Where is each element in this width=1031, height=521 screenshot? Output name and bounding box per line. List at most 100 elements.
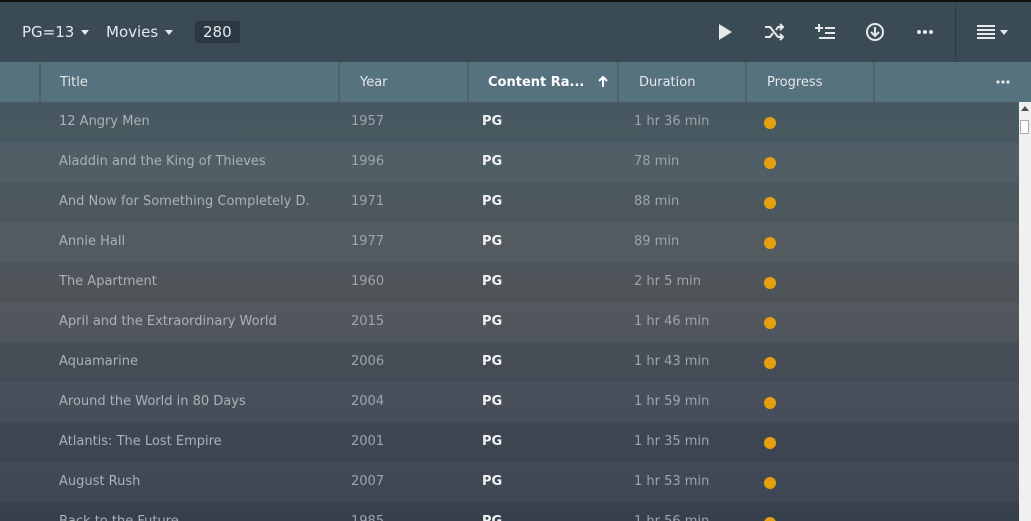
row-duration: 1 hr 53 min bbox=[634, 474, 710, 489]
add-to-queue-icon bbox=[815, 24, 835, 39]
column-divider bbox=[745, 62, 747, 102]
scroll-up-icon[interactable] bbox=[1021, 106, 1029, 111]
unwatched-indicator-icon bbox=[764, 357, 776, 369]
row-title[interactable]: Around the World in 80 Days bbox=[59, 382, 309, 422]
column-label: Content Ra... bbox=[488, 74, 585, 90]
column-divider bbox=[873, 62, 875, 102]
row-title[interactable]: April and the Extraordinary World bbox=[59, 302, 309, 342]
shuffle-icon bbox=[765, 23, 785, 41]
scrollbar-thumb[interactable] bbox=[1020, 120, 1029, 134]
table-row[interactable]: Aladdin and the King of Thieves 1996 PG … bbox=[0, 142, 1019, 182]
row-year: 1960 bbox=[351, 274, 385, 289]
row-year: 1985 bbox=[351, 502, 384, 521]
view-list-icon bbox=[976, 25, 995, 39]
count-badge: 280 bbox=[195, 21, 240, 43]
unwatched-indicator-icon bbox=[764, 197, 776, 209]
row-year: 1996 bbox=[351, 154, 385, 169]
row-year: 2007 bbox=[351, 474, 385, 489]
row-year: 2006 bbox=[351, 354, 385, 369]
filter-dropdown[interactable]: PG=13 bbox=[22, 2, 90, 62]
unwatched-indicator-icon bbox=[764, 517, 776, 521]
toolbar-divider bbox=[955, 2, 956, 62]
row-year: 2001 bbox=[351, 434, 385, 449]
row-duration: 88 min bbox=[634, 194, 680, 209]
row-title[interactable]: Aladdin and the King of Thieves bbox=[59, 142, 309, 182]
download-icon bbox=[866, 23, 884, 41]
column-divider bbox=[39, 62, 41, 102]
shuffle-button[interactable] bbox=[759, 16, 791, 48]
unwatched-indicator-icon bbox=[764, 397, 776, 409]
column-header-duration[interactable]: Duration bbox=[639, 62, 739, 102]
row-duration: 2 hr 5 min bbox=[634, 274, 702, 289]
table-row[interactable]: Around the World in 80 Days 2004 PG 1 hr… bbox=[0, 382, 1019, 422]
table-row[interactable]: Atlantis: The Lost Empire 2001 PG 1 hr 3… bbox=[0, 422, 1019, 462]
row-duration: 78 min bbox=[634, 154, 680, 169]
column-label: Progress bbox=[767, 74, 823, 90]
row-title[interactable]: Back to the Future bbox=[59, 502, 309, 521]
row-title[interactable]: Aquamarine bbox=[59, 342, 309, 382]
library-dropdown[interactable]: Movies bbox=[106, 2, 174, 62]
toolbar: PG=13 Movies 280 bbox=[0, 0, 1031, 62]
table-row[interactable]: Aquamarine 2006 PG 1 hr 43 min bbox=[0, 342, 1019, 382]
unwatched-indicator-icon bbox=[764, 477, 776, 489]
row-year: 2015 bbox=[351, 314, 385, 329]
more-icon bbox=[996, 80, 1010, 84]
column-divider bbox=[467, 62, 469, 102]
row-duration: 1 hr 46 min bbox=[634, 314, 710, 329]
view-mode-button[interactable] bbox=[972, 16, 1012, 48]
column-label: Year bbox=[360, 74, 388, 90]
row-title[interactable]: Annie Hall bbox=[59, 222, 309, 262]
table-row[interactable]: April and the Extraordinary World 2015 P… bbox=[0, 302, 1019, 342]
row-rating: PG bbox=[482, 234, 503, 249]
chevron-down-icon bbox=[999, 29, 1008, 35]
column-header-content-rating[interactable]: Content Ra... bbox=[488, 62, 613, 102]
arrow-up-icon bbox=[598, 76, 609, 87]
column-header-year[interactable]: Year bbox=[360, 62, 460, 102]
add-to-queue-button[interactable] bbox=[809, 16, 841, 48]
row-title[interactable]: Atlantis: The Lost Empire bbox=[59, 422, 309, 462]
table-row[interactable]: Annie Hall 1977 PG 89 min bbox=[0, 222, 1019, 262]
row-rating: PG bbox=[482, 474, 503, 489]
row-title[interactable]: The Apartment bbox=[59, 262, 309, 302]
table-header: Title Year Content Ra... Duration Progre… bbox=[0, 62, 1031, 102]
row-duration: 1 hr 36 min bbox=[634, 114, 710, 129]
column-divider bbox=[617, 62, 619, 102]
row-duration: 1 hr 56 min bbox=[634, 502, 709, 521]
unwatched-indicator-icon bbox=[764, 117, 776, 129]
unwatched-indicator-icon bbox=[764, 237, 776, 249]
column-label: Title bbox=[60, 74, 88, 90]
more-button[interactable] bbox=[909, 16, 941, 48]
row-title[interactable]: August Rush bbox=[59, 462, 309, 502]
row-duration: 89 min bbox=[634, 234, 680, 249]
chevron-down-icon bbox=[81, 29, 90, 35]
row-rating: PG bbox=[482, 314, 503, 329]
column-header-progress[interactable]: Progress bbox=[767, 62, 867, 102]
more-icon bbox=[917, 30, 933, 34]
column-label: Duration bbox=[639, 74, 696, 90]
row-rating: PG bbox=[482, 502, 502, 521]
item-count: 280 bbox=[195, 2, 240, 62]
table-row[interactable]: Back to the Future 1985 PG 1 hr 56 min bbox=[0, 502, 1019, 521]
unwatched-indicator-icon bbox=[764, 277, 776, 289]
row-title[interactable]: And Now for Something Completely D... bbox=[59, 182, 309, 222]
download-button[interactable] bbox=[859, 16, 891, 48]
row-rating: PG bbox=[482, 154, 503, 169]
row-rating: PG bbox=[482, 354, 503, 369]
column-options-button[interactable] bbox=[996, 62, 1018, 102]
table-row[interactable]: The Apartment 1960 PG 2 hr 5 min bbox=[0, 262, 1019, 302]
table-row[interactable]: 12 Angry Men 1957 PG 1 hr 36 min bbox=[0, 102, 1019, 142]
table-row[interactable]: August Rush 2007 PG 1 hr 53 min bbox=[0, 462, 1019, 502]
row-year: 2004 bbox=[351, 394, 385, 409]
unwatched-indicator-icon bbox=[764, 437, 776, 449]
row-rating: PG bbox=[482, 274, 503, 289]
vertical-scrollbar[interactable] bbox=[1019, 102, 1031, 521]
row-duration: 1 hr 35 min bbox=[634, 434, 710, 449]
row-rating: PG bbox=[482, 394, 503, 409]
play-icon bbox=[719, 24, 732, 40]
table-row[interactable]: And Now for Something Completely D... 19… bbox=[0, 182, 1019, 222]
movie-list: 12 Angry Men 1957 PG 1 hr 36 min Aladdin… bbox=[0, 102, 1019, 521]
column-header-title[interactable]: Title bbox=[60, 62, 330, 102]
unwatched-indicator-icon bbox=[764, 157, 776, 169]
play-button[interactable] bbox=[709, 16, 741, 48]
row-title[interactable]: 12 Angry Men bbox=[59, 102, 309, 142]
